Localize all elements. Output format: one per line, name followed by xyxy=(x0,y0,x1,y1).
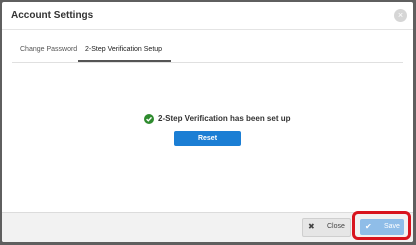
close-button-label: Close xyxy=(327,223,345,230)
close-icon[interactable]: × xyxy=(394,9,407,22)
settings-tabs: Change Password 2-Step Verification Setu… xyxy=(12,42,403,63)
account-settings-dialog: Account Settings × Change Password 2-Ste… xyxy=(2,2,413,242)
dialog-title: Account Settings xyxy=(11,10,94,21)
active-tab-indicator xyxy=(78,60,171,62)
close-button[interactable]: ✖ Close xyxy=(302,218,351,237)
dialog-header: Account Settings × xyxy=(2,2,413,30)
reset-button[interactable]: Reset xyxy=(174,131,241,146)
check-circle-icon xyxy=(144,114,154,124)
tab-2-step-verification-setup[interactable]: 2-Step Verification Setup xyxy=(85,46,162,53)
close-x-icon: ✖ xyxy=(308,222,315,231)
tab-change-password[interactable]: Change Password xyxy=(20,46,77,53)
status-message: 2-Step Verification has been set up xyxy=(158,114,291,123)
save-highlight-box xyxy=(352,211,411,240)
